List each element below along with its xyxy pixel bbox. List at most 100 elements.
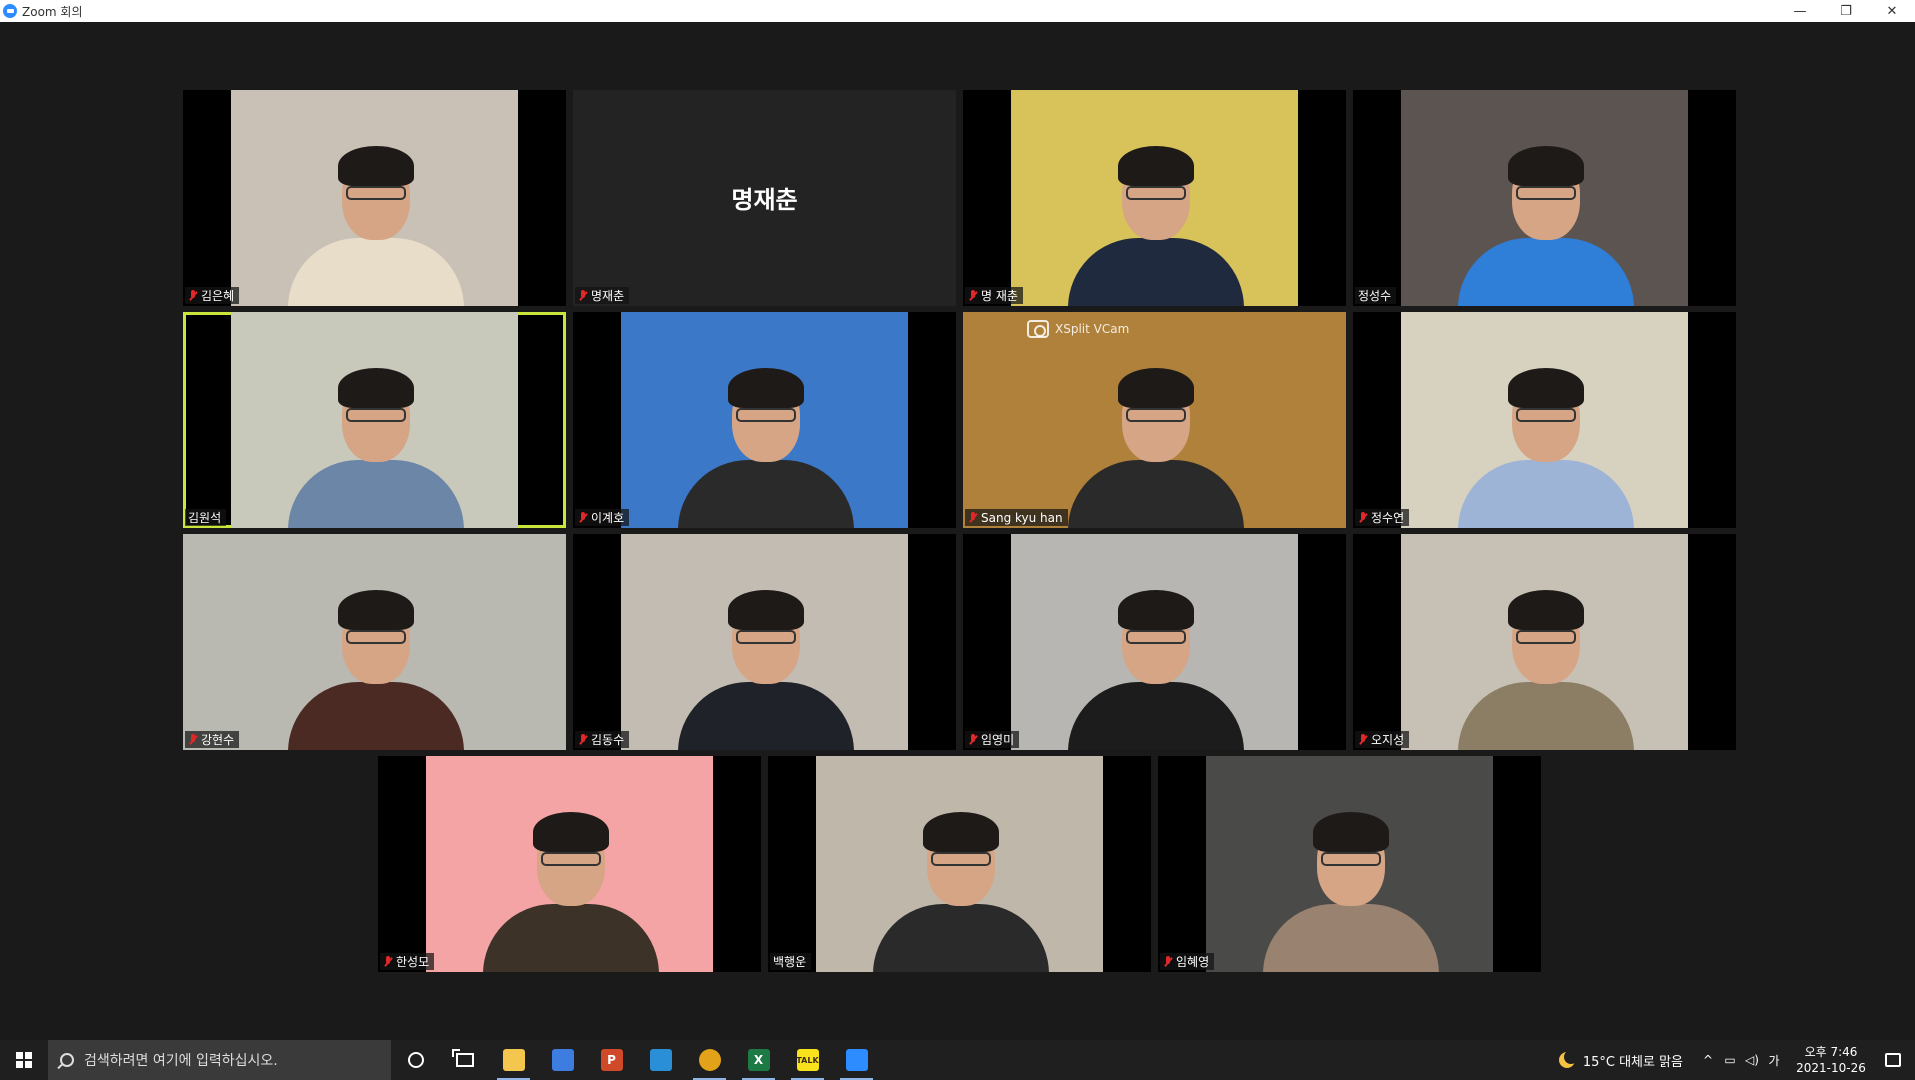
participant-name: 정성수 [1358, 289, 1392, 303]
task-view-button[interactable] [440, 1040, 489, 1080]
weather-moon-icon [1558, 1050, 1578, 1068]
participant-figure [1060, 570, 1250, 750]
taskbar-app-zoom[interactable] [832, 1040, 881, 1080]
participant-name: 명재춘 [591, 289, 625, 303]
zoom-app-icon [3, 4, 17, 18]
cortana-icon [407, 1052, 424, 1068]
kakaotalk-icon: TALK [796, 1049, 819, 1071]
task-view-icon [451, 1049, 474, 1067]
participant-name-tag: 정수연 [1355, 509, 1410, 526]
clock-date: 2021-10-26 [1796, 1061, 1866, 1075]
participant-tile[interactable]: 김동수 [573, 534, 956, 750]
participant-name: 강현수 [201, 733, 235, 747]
participant-video [963, 312, 1346, 528]
participant-name: 백행운 [773, 955, 807, 969]
participant-name: 한성모 [396, 955, 430, 969]
participant-name: 김은혜 [201, 289, 235, 303]
search-icon [60, 1053, 74, 1067]
participant-video [183, 534, 566, 750]
participant-name: Sang kyu han [981, 510, 1063, 525]
participant-figure [1450, 126, 1640, 306]
pinned-apps: P X TALK [489, 1040, 881, 1080]
participant-figure [280, 348, 470, 528]
muted-mic-icon [1358, 733, 1368, 746]
restore-button[interactable]: ❐ [1823, 0, 1869, 22]
cortana-button[interactable] [391, 1040, 440, 1080]
close-button[interactable]: ✕ [1869, 0, 1915, 22]
participant-name-tag: 김동수 [575, 731, 630, 748]
start-button[interactable] [0, 1040, 48, 1080]
muted-mic-icon [968, 733, 978, 746]
participant-video [1011, 534, 1298, 750]
notification-center-button[interactable] [1871, 1053, 1915, 1067]
participant-name-tag: 강현수 [185, 731, 240, 748]
participant-name-tag: 김원석 [185, 509, 227, 526]
chrome-icon [698, 1049, 721, 1071]
taskbar-app-chrome[interactable] [685, 1040, 734, 1080]
windows-taskbar: 검색하려면 여기에 입력하십시오. P X TALK 15°C 대체로 맑음 ^ ▭… [0, 1040, 1915, 1080]
muted-mic-icon [1163, 955, 1173, 968]
participant-tile[interactable]: 명재춘 명재춘 [573, 90, 956, 306]
participant-name-tag: 정성수 [1355, 287, 1397, 304]
participant-tile[interactable]: 정성수 [1353, 90, 1736, 306]
participant-name-tag: 임혜영 [1160, 953, 1215, 970]
participant-video [1401, 534, 1688, 750]
system-tray: 15°C 대체로 맑음 ^ ▭ ◁) 가 오후 7:46 2021-10-26 [1558, 1040, 1915, 1080]
participant-tile[interactable]: 백행운 [768, 756, 1151, 972]
participant-tile[interactable]: 오지성 [1353, 534, 1736, 750]
participant-tile[interactable]: 한성모 [378, 756, 761, 972]
network-icon[interactable]: ▭ [1719, 1053, 1741, 1067]
clock[interactable]: 오후 7:46 2021-10-26 [1791, 1044, 1871, 1076]
taskbar-app-store[interactable] [538, 1040, 587, 1080]
vcam-watermark: XSplit VCam [1027, 320, 1129, 338]
participant-video [1206, 756, 1493, 972]
watermark-text: XSplit VCam [1055, 322, 1130, 336]
muted-mic-icon [578, 289, 588, 302]
clock-time: 오후 7:46 [1804, 1045, 1858, 1059]
window-title: Zoom 회의 [22, 4, 83, 19]
muted-mic-icon [578, 511, 588, 524]
participant-name-tag: 백행운 [770, 953, 812, 970]
window-titlebar: Zoom 회의 — ❐ ✕ [0, 0, 1915, 22]
participant-name-tag: 김은혜 [185, 287, 240, 304]
participant-tile[interactable]: 임영미 [963, 534, 1346, 750]
participant-name: 김원석 [188, 511, 222, 525]
participant-tile[interactable]: 이계호 [573, 312, 956, 528]
participant-tile[interactable]: 정수연 [1353, 312, 1736, 528]
muted-mic-icon [383, 955, 393, 968]
participant-tile[interactable]: 강현수 [183, 534, 566, 750]
window-controls: — ❐ ✕ [1777, 0, 1915, 22]
participant-figure [1255, 792, 1445, 972]
taskbar-app-kakaotalk[interactable]: TALK [783, 1040, 832, 1080]
participant-name: 명 재춘 [981, 289, 1018, 303]
tray-chevron-icon[interactable]: ^ [1697, 1053, 1719, 1067]
participant-video [231, 90, 518, 306]
participant-figure [1450, 348, 1640, 528]
participant-name-tag: Sang kyu han [965, 509, 1068, 526]
taskbar-app-file-explorer[interactable] [489, 1040, 538, 1080]
taskbar-app-hancom[interactable] [636, 1040, 685, 1080]
participant-tile[interactable]: 김은혜 [183, 90, 566, 306]
participant-tile[interactable]: 임혜영 [1158, 756, 1541, 972]
participant-tile[interactable]: 명 재춘 [963, 90, 1346, 306]
participant-video [1011, 90, 1298, 306]
volume-icon[interactable]: ◁) [1741, 1053, 1763, 1067]
participant-figure [1060, 126, 1250, 306]
search-placeholder: 검색하려면 여기에 입력하십시오. [84, 1053, 278, 1069]
taskbar-app-powerpoint[interactable]: P [587, 1040, 636, 1080]
participant-figure [280, 126, 470, 306]
participant-name: 임혜영 [1176, 955, 1210, 969]
ime-indicator[interactable]: 가 [1763, 1052, 1785, 1069]
taskbar-app-excel[interactable]: X [734, 1040, 783, 1080]
zoom-icon [845, 1049, 868, 1071]
minimize-button[interactable]: — [1777, 0, 1823, 22]
participant-figure [475, 792, 665, 972]
camera-icon [1027, 320, 1049, 338]
participant-tile[interactable]: 김원석 [183, 312, 566, 528]
weather-text[interactable]: 15°C 대체로 맑음 [1583, 1051, 1683, 1070]
gallery-view: 김은혜 명재춘 명재춘명 재춘 정성수김원석 이계호 XSplit VCam Sang ky… [0, 22, 1915, 1040]
participant-name: 이계호 [591, 511, 625, 525]
hancom-icon [649, 1049, 672, 1071]
taskbar-search[interactable]: 검색하려면 여기에 입력하십시오. [48, 1040, 391, 1080]
participant-tile[interactable]: XSplit VCam Sang kyu han [963, 312, 1346, 528]
